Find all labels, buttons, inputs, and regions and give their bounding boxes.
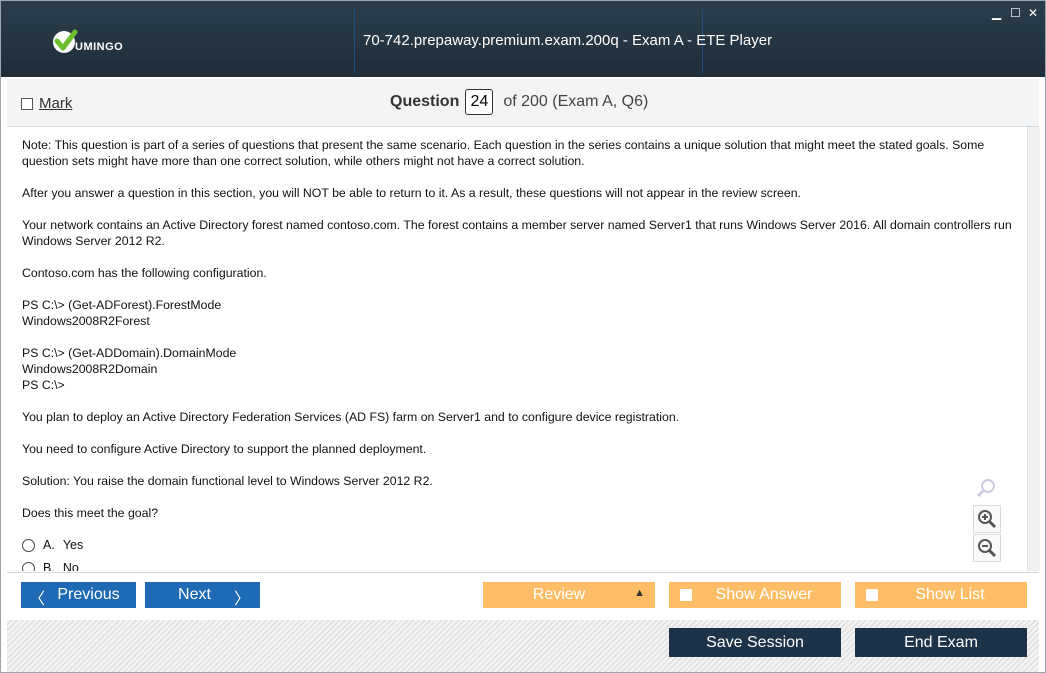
code-line: Windows2008R2Forest (22, 314, 150, 328)
paragraph: Your network contains an Active Director… (22, 218, 1012, 248)
app-window: UMINGO 70-742.prepaway.premium.exam.200q… (0, 0, 1046, 673)
close-button[interactable]: ✕ (1028, 7, 1038, 19)
next-label: Next (178, 586, 211, 603)
code-block-forest: PS C:\> (Get-ADForest).ForestMode Window… (22, 297, 1022, 329)
previous-label: Previous (57, 586, 120, 603)
save-session-button[interactable]: Save Session (669, 628, 841, 657)
code-line: Windows2008R2Domain (22, 362, 158, 376)
question-text: Note: This question is part of a series … (22, 137, 1022, 571)
content-scrollbar[interactable] (1027, 127, 1040, 571)
paragraph: You need to configure Active Directory t… (22, 442, 427, 456)
option-radio[interactable] (22, 538, 35, 552)
show-answer-label: Show Answer (715, 586, 813, 603)
code-line: PS C:\> (Get-ADDomain).DomainMode (22, 346, 237, 360)
zoom-in-icon[interactable] (973, 505, 1001, 533)
footer-bar: Save Session End Exam (7, 620, 1039, 672)
mark-checkbox[interactable]: Mark (21, 95, 72, 112)
caret-up-icon: ▲ (634, 587, 645, 599)
question-number-input[interactable]: 24 (465, 89, 494, 115)
question-navigator: Question 24 of 200 (Exam A, Q6) (390, 89, 648, 115)
app-logo: UMINGO (51, 27, 123, 57)
mark-checkbox-box[interactable] (21, 97, 33, 110)
mark-label: Mark (39, 95, 73, 112)
search-zoom-icon[interactable] (973, 475, 999, 501)
save-session-label: Save Session (706, 633, 804, 651)
chevron-right-icon: 〉 (233, 591, 250, 608)
answer-option-a[interactable]: A. Yes (22, 535, 1022, 555)
code-line: PS C:\> (Get-ADForest).ForestMode (22, 298, 222, 312)
code-block-domain: PS C:\> (Get-ADDomain).DomainMode Window… (22, 345, 1022, 393)
paragraph: After you answer a question in this sect… (22, 186, 801, 200)
option-text: Yes (62, 538, 84, 552)
zoom-out-icon[interactable] (973, 534, 1001, 562)
paragraph: Contoso.com has the following configurat… (22, 266, 267, 280)
review-button[interactable]: Review ▲ (483, 582, 655, 608)
show-list-button[interactable]: Show List (855, 582, 1027, 608)
window-title: 70-742.prepaway.premium.exam.200q - Exam… (363, 32, 773, 49)
chevron-left-icon: 〈 (29, 591, 46, 608)
paragraph: Solution: You raise the domain functiona… (22, 474, 433, 488)
show-list-checkbox[interactable] (866, 589, 878, 601)
brand-name: UMINGO (75, 41, 124, 53)
option-letter: A. (43, 538, 55, 552)
answer-option-b[interactable]: B. No (22, 558, 1022, 571)
minimize-button[interactable]: ▁ (992, 7, 1001, 19)
paragraph: Note: This question is part of a series … (22, 138, 985, 168)
next-button[interactable]: Next 〉 (145, 582, 260, 608)
show-list-label: Show List (915, 586, 985, 603)
previous-button[interactable]: 〈 Previous (21, 582, 136, 608)
show-answer-button[interactable]: Show Answer (669, 582, 841, 608)
paragraph: You plan to deploy an Active Directory F… (22, 410, 680, 424)
review-label: Review (532, 586, 586, 603)
title-divider (354, 9, 355, 73)
option-radio[interactable] (22, 561, 35, 571)
maximize-button[interactable]: ☐ (1010, 7, 1021, 19)
paragraph: Does this meet the goal? (22, 506, 159, 520)
question-total: of 200 (Exam A, Q6) (503, 93, 649, 110)
end-exam-button[interactable]: End Exam (855, 628, 1027, 657)
code-line: PS C:\> (22, 378, 65, 392)
navigation-bar: 〈 Previous Next 〉 Review ▲ Show Answer S… (7, 572, 1039, 620)
show-answer-checkbox[interactable] (680, 589, 692, 601)
option-text: No (62, 561, 79, 571)
end-exam-label: End Exam (904, 633, 978, 651)
option-letter: B. (43, 561, 55, 571)
title-bar: UMINGO 70-742.prepaway.premium.exam.200q… (1, 1, 1045, 77)
question-content: Note: This question is part of a series … (7, 127, 1027, 571)
question-label: Question (390, 93, 460, 110)
question-header: Mark Question 24 of 200 (Exam A, Q6) (7, 78, 1039, 127)
